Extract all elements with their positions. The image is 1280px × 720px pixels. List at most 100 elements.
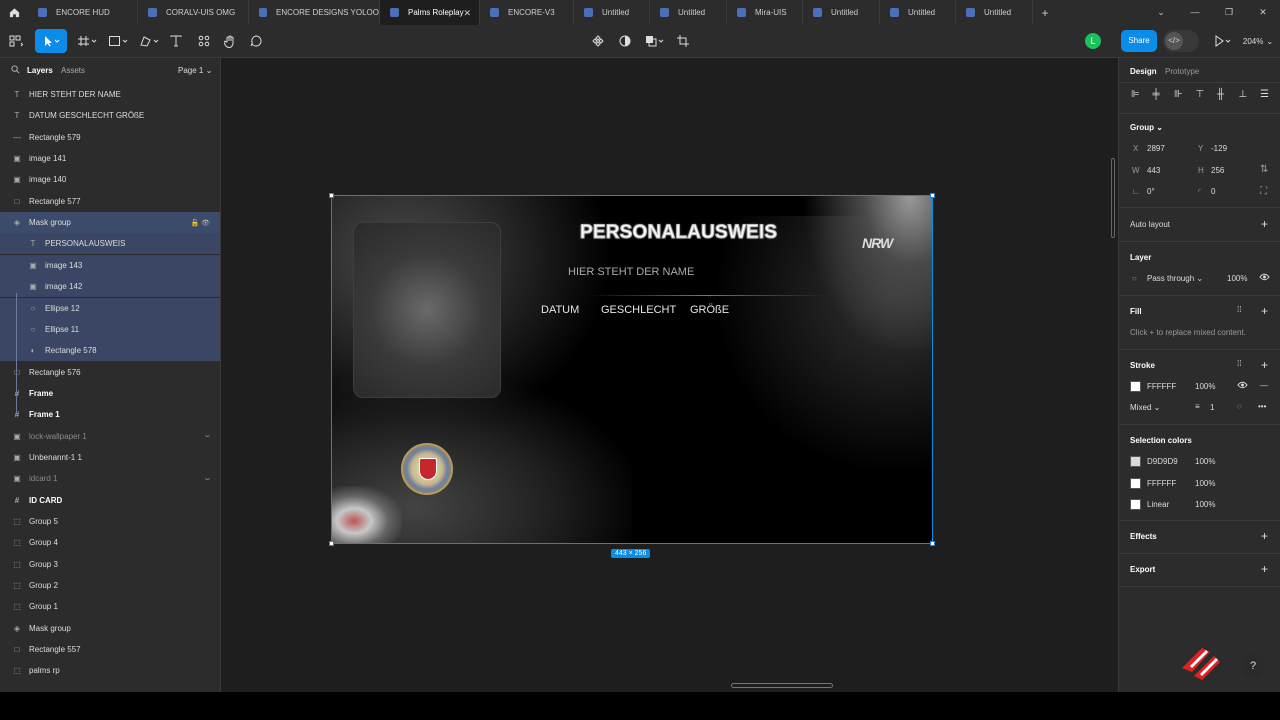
- vertical-scrollbar[interactable]: [1111, 158, 1115, 238]
- horizontal-scrollbar[interactable]: [731, 683, 833, 688]
- tab-untitled[interactable]: Untitled: [880, 0, 956, 25]
- id-card-group[interactable]: PERSONALAUSWEIS NRW HIER STEHT DER NAME …: [331, 195, 933, 544]
- stroke-position-select[interactable]: Mixed ⌄: [1130, 403, 1160, 412]
- hidden-eye-icon[interactable]: ⌣: [205, 474, 210, 484]
- radius-input[interactable]: 0: [1211, 187, 1215, 196]
- minimize-icon[interactable]: —: [1178, 0, 1212, 25]
- tab-untitled[interactable]: Untitled: [574, 0, 650, 25]
- tab-coralv-uis[interactable]: CORALV-UIS OMG: [138, 0, 249, 25]
- color-value[interactable]: Linear: [1147, 500, 1169, 509]
- constrain-proportions-icon[interactable]: ⇅: [1260, 164, 1268, 175]
- color-swatch[interactable]: [1130, 499, 1141, 510]
- align-horizontal-center-icon[interactable]: ╪: [1153, 89, 1160, 100]
- tab-untitled[interactable]: Untitled: [956, 0, 1033, 25]
- independent-corners-icon[interactable]: ⛶: [1260, 186, 1267, 197]
- stroke-sides-icon[interactable]: ◌: [1237, 402, 1242, 411]
- color-value[interactable]: FFFFFF: [1147, 479, 1176, 488]
- layer-row[interactable]: ◈ Mask group 🔓 👁: [0, 212, 220, 234]
- add-fill-icon[interactable]: +: [1261, 304, 1268, 318]
- share-button[interactable]: Share: [1121, 30, 1157, 52]
- hand-tool-icon[interactable]: [220, 29, 240, 53]
- tab-design[interactable]: Design: [1130, 67, 1157, 76]
- x-input[interactable]: 2897: [1147, 144, 1165, 153]
- remove-stroke-icon[interactable]: —: [1260, 381, 1268, 390]
- home-icon[interactable]: [0, 0, 28, 25]
- layer-row[interactable]: ⬚ Group 2: [0, 575, 220, 596]
- tab-untitled[interactable]: Untitled: [650, 0, 727, 25]
- resize-handle[interactable]: [930, 541, 935, 546]
- tab-mira-uis[interactable]: Mira-UIS: [727, 0, 803, 25]
- resize-handle[interactable]: [930, 193, 935, 198]
- layer-row[interactable]: ▣ image 142: [0, 276, 220, 298]
- close-window-icon[interactable]: ✕: [1246, 0, 1280, 25]
- tab-palms-roleplay[interactable]: Palms Roleplay ✕: [380, 0, 480, 25]
- component-icon[interactable]: [588, 29, 608, 53]
- field-groesse[interactable]: GRÖßE: [690, 304, 729, 316]
- layer-row[interactable]: ▣ image 141: [0, 148, 220, 169]
- tab-encore-designs[interactable]: ENCORE DESIGNS YOLOO: [249, 0, 380, 25]
- tab-encore-hud[interactable]: ENCORE HUD: [28, 0, 138, 25]
- field-datum[interactable]: DATUM: [541, 304, 579, 316]
- hidden-eye-icon[interactable]: ⌣: [205, 431, 210, 441]
- layer-row[interactable]: ○ Ellipse 11: [0, 318, 220, 340]
- canvas[interactable]: PERSONALAUSWEIS NRW HIER STEHT DER NAME …: [221, 58, 1118, 692]
- align-bottom-icon[interactable]: ⊥: [1239, 89, 1248, 100]
- layer-row[interactable]: T DATUM GESCHLECHT GRÖßE: [0, 105, 220, 126]
- layer-row[interactable]: □ Rectangle 557: [0, 639, 220, 660]
- layer-row[interactable]: T PERSONALAUSWEIS: [0, 233, 220, 255]
- add-auto-layout-icon[interactable]: +: [1261, 217, 1268, 231]
- present-icon[interactable]: [1211, 29, 1235, 53]
- nrw-logo[interactable]: NRW: [862, 235, 893, 251]
- avatar[interactable]: L: [1085, 33, 1101, 49]
- contrast-icon[interactable]: [615, 29, 635, 53]
- layer-row[interactable]: ⬚ Group 3: [0, 554, 220, 575]
- add-effect-icon[interactable]: +: [1261, 529, 1268, 543]
- color-opacity[interactable]: 100%: [1195, 457, 1215, 466]
- layer-row[interactable]: ▣ image 140: [0, 169, 220, 190]
- chevron-down-icon[interactable]: ⌄: [1144, 0, 1178, 25]
- layer-row[interactable]: ⬚ Group 1: [0, 596, 220, 617]
- field-geschlecht[interactable]: GESCHLECHT: [601, 304, 676, 316]
- rotation-input[interactable]: 0°: [1147, 187, 1155, 196]
- style-grid-icon[interactable]: ⁞⁞: [1237, 305, 1241, 314]
- color-opacity[interactable]: 100%: [1195, 479, 1215, 488]
- name-placeholder[interactable]: HIER STEHT DER NAME: [568, 266, 694, 278]
- search-icon[interactable]: [11, 65, 20, 76]
- group-label[interactable]: Group ⌄: [1130, 123, 1163, 132]
- eye-icon[interactable]: [1259, 273, 1270, 283]
- main-menu-icon[interactable]: [6, 29, 26, 53]
- lock-and-eye-icons[interactable]: 🔓 👁: [190, 219, 210, 227]
- photo-placeholder[interactable]: [353, 222, 501, 398]
- stroke-weight-input[interactable]: 1: [1210, 403, 1214, 412]
- shape-tool-icon[interactable]: [105, 29, 131, 53]
- zoom-level[interactable]: 204% ⌄: [1240, 29, 1276, 53]
- page-selector[interactable]: Page 1 ⌄: [178, 66, 212, 75]
- stroke-opacity-input[interactable]: 100%: [1195, 382, 1215, 391]
- layer-row[interactable]: T HIER STEHT DER NAME: [0, 84, 220, 105]
- align-vertical-center-icon[interactable]: ╫: [1217, 89, 1224, 100]
- add-stroke-icon[interactable]: +: [1261, 358, 1268, 372]
- color-opacity[interactable]: 100%: [1195, 500, 1215, 509]
- align-right-icon[interactable]: ⊪: [1174, 89, 1183, 100]
- pen-tool-icon[interactable]: [136, 29, 162, 53]
- h-input[interactable]: 256: [1211, 166, 1224, 175]
- distribute-icon[interactable]: ☰: [1260, 89, 1269, 100]
- layer-row[interactable]: ▣ lock-wallpaper 1 ⌣: [0, 426, 220, 447]
- align-left-icon[interactable]: ⊫: [1131, 89, 1140, 100]
- boolean-icon[interactable]: [642, 29, 668, 53]
- layer-row[interactable]: □ Rectangle 577: [0, 191, 220, 212]
- resources-tool-icon[interactable]: [194, 29, 214, 53]
- layer-opacity-input[interactable]: 100%: [1227, 274, 1247, 283]
- card-title[interactable]: PERSONALAUSWEIS: [579, 222, 777, 244]
- style-grid-icon[interactable]: ⁞⁞: [1237, 359, 1241, 368]
- blend-mode-select[interactable]: Pass through ⌄: [1147, 274, 1203, 283]
- layer-row[interactable]: # Frame: [0, 383, 220, 404]
- layer-row[interactable]: ◈ Mask group: [0, 618, 220, 639]
- tab-assets[interactable]: Assets: [61, 66, 85, 75]
- dev-mode-toggle[interactable]: </>: [1163, 30, 1199, 52]
- color-swatch[interactable]: [1130, 477, 1141, 489]
- help-button[interactable]: ?: [1241, 654, 1265, 678]
- layer-row[interactable]: ⬚ Group 4: [0, 532, 220, 553]
- align-top-icon[interactable]: ⊤: [1196, 89, 1205, 100]
- close-icon[interactable]: ✕: [463, 8, 471, 19]
